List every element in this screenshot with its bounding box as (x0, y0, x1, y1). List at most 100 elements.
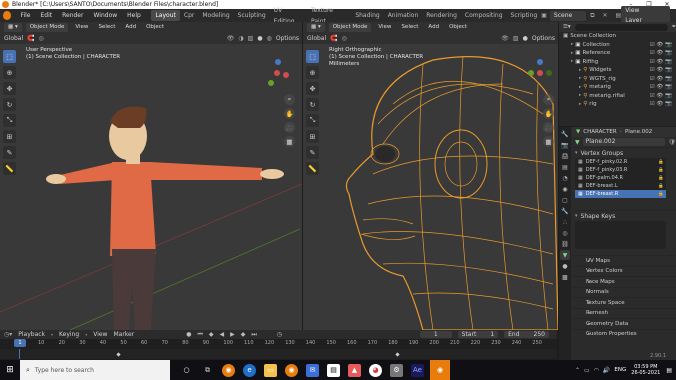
outliner-item[interactable]: ▸ ▣ Reference ☑ 👁 📷 (559, 49, 676, 58)
notification-icon[interactable]: ▤ (666, 367, 672, 374)
right-cursor-tool-icon[interactable]: ⊕ (306, 66, 319, 79)
workspace-tab-layout[interactable]: Layout (151, 10, 180, 21)
task-switcher-icon[interactable]: ⧉ (201, 364, 214, 377)
left-mode-dropdown[interactable]: Object Mode (25, 23, 69, 32)
particles-tab-icon[interactable]: ∴ (560, 217, 570, 227)
vertex-group-lock-icon[interactable]: 🔒 (658, 192, 664, 197)
right-ortho-toggle-icon[interactable]: ▦ (543, 136, 554, 147)
workspace-tab-sculpting[interactable]: Sculpting (234, 10, 270, 21)
mesh-browse-icon[interactable]: ▼ (575, 139, 580, 146)
sticky-notes-icon[interactable]: ▤ (327, 363, 340, 377)
shape-keys-section-header[interactable]: ▾ Shape Keys (572, 210, 676, 221)
transform-tool-icon[interactable]: ⊞ (3, 130, 16, 143)
blender-logo-icon[interactable] (3, 11, 12, 20)
properties-section[interactable]: Custom Properties (572, 328, 676, 340)
outliner-expand-icon[interactable]: ▸ (579, 68, 581, 73)
outliner-visibility-icon[interactable]: ☑ 👁 📷 (650, 67, 672, 73)
right-options-dropdown[interactable]: Options (532, 35, 555, 42)
menu-window[interactable]: Window (88, 9, 122, 22)
timeline-menu-view[interactable]: View (93, 331, 107, 338)
after-effects-icon[interactable]: Ae (411, 363, 424, 377)
workspace-tab-rendering[interactable]: Rendering (422, 10, 461, 21)
ortho-toggle-icon[interactable]: ▦ (284, 136, 295, 147)
outliner-expand-icon[interactable]: ▸ (571, 51, 573, 56)
menu-render[interactable]: Render (57, 9, 88, 22)
properties-section[interactable]: Remesh (572, 307, 676, 319)
outliner-expand-icon[interactable]: ▸ (579, 85, 581, 90)
outliner-item[interactable]: ▸ ⚲ rig ☑ 👁 📷 (559, 100, 676, 109)
right-zoom-view-icon[interactable]: ⌕ (543, 94, 554, 105)
windows-start-icon[interactable]: ⊞ (0, 360, 20, 380)
image-app-icon[interactable]: ▲ (348, 363, 361, 377)
chrome-taskbar-icon[interactable]: ◕ (369, 363, 382, 377)
left-xray-icon[interactable]: ▨ (248, 35, 254, 42)
left-navigation-gizmo[interactable] (262, 58, 292, 88)
outliner-filter-icon[interactable]: ⏷ (672, 24, 676, 31)
properties-section[interactable]: Normals (572, 286, 676, 298)
right-select-box-tool-icon[interactable]: ⬚ (306, 50, 319, 63)
workspace-tab-animation[interactable]: Animation (384, 10, 423, 21)
preview-range-icon[interactable]: ◷ (277, 331, 282, 338)
menu-help[interactable]: Help (122, 9, 146, 22)
scale-tool-icon[interactable]: ⤡ (3, 114, 16, 127)
select-box-tool-icon[interactable]: ⬚ (3, 50, 16, 63)
outliner-expand-icon[interactable]: ▸ (571, 59, 573, 64)
left-menu-select[interactable]: Select (95, 23, 118, 32)
world-tab-icon[interactable]: ◉ (560, 184, 570, 194)
vertex-group-lock-icon[interactable]: 🔒 (658, 176, 664, 181)
right-transform-tool-icon[interactable]: ⊞ (306, 130, 319, 143)
right-mode-dropdown[interactable]: Object Mode (328, 23, 372, 32)
left-menu-view[interactable]: View (72, 23, 91, 32)
vertex-groups-section-header[interactable]: ▾ Vertex Groups (572, 147, 676, 158)
wifi-icon[interactable]: ◠ (594, 367, 599, 374)
timeline-menu-marker[interactable]: Marker (113, 331, 134, 338)
outliner-expand-icon[interactable]: ▸ (579, 102, 581, 107)
vertex-group-lock-icon[interactable]: 🔒 (658, 168, 664, 173)
right-menu-view[interactable]: View (375, 23, 394, 32)
right-menu-select[interactable]: Select (398, 23, 421, 32)
workspace-tab-cpr[interactable]: Cpr (180, 10, 198, 21)
right-measure-tool-icon[interactable]: 📏 (306, 162, 319, 175)
record-icon[interactable]: ● (186, 331, 191, 338)
outliner-visibility-icon[interactable]: ☑ 👁 📷 (650, 101, 672, 107)
cursor-tool-icon[interactable]: ⊕ (3, 66, 16, 79)
properties-section[interactable]: Texture Space (572, 297, 676, 308)
settings-taskbar-icon[interactable]: ⚙ (390, 363, 403, 377)
workspace-tab-modeling[interactable]: Modeling (198, 10, 233, 21)
right-snap-icon[interactable]: 🧲 (330, 35, 337, 42)
right-pan-view-icon[interactable]: ✋ (543, 108, 554, 119)
outliner-visibility-icon[interactable]: ☑ 👁 📷 (650, 76, 672, 82)
timeline-menu-keying[interactable]: Keying (59, 331, 79, 338)
camera-view-icon[interactable]: 🎥 (284, 122, 295, 133)
outliner-item[interactable]: ▸ ▣ Collection ☑ 👁 📷 (559, 41, 676, 50)
vertex-group-item[interactable]: ▦ DEF-breast.L 🔒 (575, 182, 666, 190)
outliner-item[interactable]: ▸ ⚲ metarig ☑ 👁 📷 (559, 83, 676, 92)
mesh-data-name-field[interactable]: Plane.002 (582, 138, 666, 146)
properties-section[interactable]: Vertex Colors (572, 265, 676, 277)
left-proportional-icon[interactable]: ◎ (39, 35, 44, 42)
timeline-ruler[interactable]: 1 10 20 30 40 50 60 70 80 90 100 110 120 130 140 150 16… (0, 339, 557, 349)
modifier-tab-icon[interactable]: 🔧 (560, 206, 570, 216)
outliner-item[interactable]: ▸ ▣ Rifihg ☑ 👁 📷 (559, 58, 676, 67)
texture-tab-icon[interactable]: ▩ (560, 272, 570, 282)
timeline-editor-icon[interactable]: ◷▾ (4, 331, 12, 338)
volume-icon[interactable]: 🔊 (603, 367, 610, 374)
menu-file[interactable]: File (15, 9, 35, 22)
right-camera-view-icon[interactable]: 🎥 (543, 122, 554, 133)
play-reverse-icon[interactable]: ◀ (220, 331, 225, 338)
keyframe-marker[interactable] (395, 352, 400, 357)
scene-tab-icon[interactable]: ◔ (560, 173, 570, 183)
left-menu-object[interactable]: Object (143, 23, 167, 32)
vertex-group-item[interactable]: ▦ DEF-f_pinky.03.R 🔒 (575, 166, 666, 174)
left-editor-type-icon[interactable]: ▦ ▾ (4, 23, 22, 32)
battery-icon[interactable]: ▭ (584, 367, 590, 374)
left-visibility-icon[interactable]: 👁 (227, 35, 235, 42)
edge-taskbar-icon[interactable]: e (243, 363, 256, 377)
left-snap-icon[interactable]: 🧲 (27, 35, 34, 42)
left-shading-solid-icon[interactable]: ● (257, 35, 262, 42)
right-move-tool-icon[interactable]: ✥ (306, 82, 319, 95)
annotate-tool-icon[interactable]: ✎ (3, 146, 16, 159)
outliner-expand-icon[interactable]: ▸ (571, 42, 573, 47)
tool-tab-icon[interactable]: 🔧 (560, 129, 570, 139)
left-overlay-icon[interactable]: ◑ (238, 35, 243, 42)
